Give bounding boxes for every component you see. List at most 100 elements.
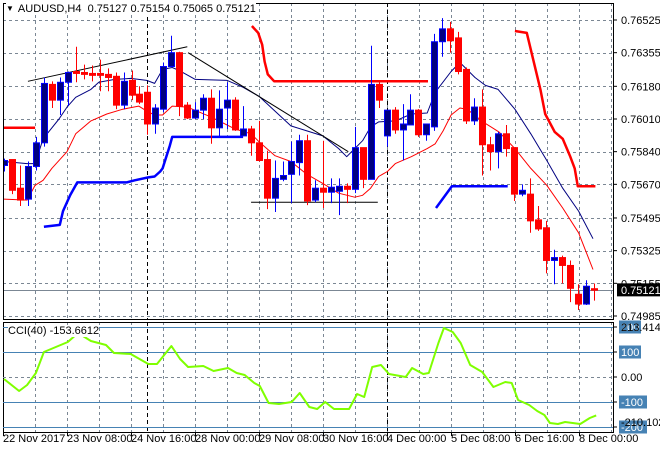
candle-body-bearish	[567, 264, 574, 289]
candle	[463, 67, 470, 124]
candle	[407, 94, 414, 126]
candle	[49, 81, 56, 109]
candle-body-bearish	[113, 75, 120, 106]
cci-value: -153.6612	[49, 325, 100, 337]
candle-body-bullish	[224, 99, 231, 109]
price-axis-label: 0.76355	[621, 48, 660, 60]
candle-body-bullish	[41, 82, 48, 144]
candle	[479, 89, 486, 176]
candle	[208, 89, 215, 144]
candle-body-bearish	[17, 187, 24, 201]
candle-body-bullish	[368, 83, 375, 180]
candle	[415, 109, 422, 137]
price-axis-label: 0.75325	[621, 246, 660, 258]
candle	[136, 86, 143, 105]
candle-body-bullish	[200, 97, 207, 111]
candle	[447, 21, 454, 53]
time-axis-label: 30 Nov 16:00	[323, 433, 388, 445]
candle	[376, 81, 383, 109]
candle	[455, 31, 462, 75]
candle	[487, 136, 494, 171]
candle	[192, 102, 199, 119]
candle-body-bullish	[328, 186, 335, 193]
cci-title: CCI(40) -153.6612	[8, 325, 100, 337]
price-axis-label: 0.76180	[621, 81, 660, 93]
cci-label: CCI(40)	[8, 325, 47, 337]
cci-scale-max: 213.4142	[621, 322, 660, 334]
candle	[224, 82, 231, 129]
stop-line-lower	[434, 185, 508, 209]
candle-body-bearish	[376, 83, 383, 101]
candle	[527, 178, 534, 233]
candle	[144, 85, 151, 135]
candle	[511, 147, 518, 202]
candle-body-bullish	[296, 140, 303, 164]
candle-body-bullish	[423, 123, 430, 136]
candle-body-bearish	[479, 106, 486, 146]
time-axis-label: 4 Dec 00:00	[387, 433, 446, 445]
candle	[559, 255, 566, 284]
candle	[3, 158, 8, 172]
candle-body-bullish	[407, 109, 414, 126]
dropdown-triangle-icon[interactable]: ▼	[6, 4, 14, 13]
candle	[264, 150, 271, 210]
candle-body-bearish	[527, 193, 534, 222]
candle	[17, 165, 24, 207]
candle-body-bearish	[256, 142, 263, 162]
cci-level-label: 0.00	[621, 372, 642, 384]
candle	[184, 102, 191, 119]
low-value: 0.75065	[173, 3, 214, 15]
candle	[81, 64, 88, 80]
candle-body-bearish	[144, 91, 151, 125]
candle	[352, 126, 359, 194]
candle-body-bearish	[415, 109, 422, 136]
stop-line-lower	[43, 135, 244, 229]
candle	[519, 184, 526, 197]
candle	[328, 178, 335, 204]
candle	[583, 280, 590, 306]
candle-body-bullish	[336, 185, 343, 192]
candle-body-bearish	[81, 71, 88, 75]
candle-body-bullish	[65, 71, 72, 83]
candle-body-bearish	[543, 227, 550, 261]
candle-body-bearish	[264, 159, 271, 199]
candle	[384, 109, 391, 147]
candle-body-bearish	[559, 257, 566, 266]
candle-body-bullish	[216, 108, 223, 129]
high-value: 0.75154	[130, 3, 171, 15]
cci-level-label: 100	[621, 347, 639, 359]
candle-body-bullish	[240, 128, 247, 137]
candle	[216, 90, 223, 137]
candle-body-bearish	[73, 71, 80, 74]
price-axis-label: 0.75495	[621, 213, 660, 225]
candle	[41, 77, 48, 147]
candle-body-bullish	[57, 81, 64, 101]
chart-canvas[interactable]: 0.76525 0.76355 0.76180 0.76010 0.75840 0.756…	[0, 0, 660, 450]
candle-body-bullish	[192, 109, 199, 119]
candle	[575, 284, 582, 311]
candle-body-bearish	[105, 73, 112, 78]
candle	[336, 178, 343, 216]
candle	[168, 35, 175, 68]
candle	[288, 141, 295, 204]
candle-body-bullish	[495, 133, 502, 153]
candle	[495, 131, 502, 169]
candle	[129, 70, 136, 101]
candle-body-bearish	[360, 147, 367, 180]
symbol-label: AUDUSD,H4	[17, 3, 82, 15]
cci-scale-min: -210.1025	[621, 417, 660, 429]
candle-body-bearish	[320, 187, 327, 193]
cci-level-label: -100	[621, 397, 643, 409]
candle	[535, 206, 542, 231]
candle	[344, 183, 351, 204]
candle	[57, 77, 64, 115]
candle-body-bullish	[272, 177, 279, 199]
price-axis-label: 0.76525	[621, 15, 660, 27]
candle-body-bullish	[33, 142, 40, 167]
time-axis-label: 23 Nov 08:00	[67, 433, 132, 445]
candle	[431, 33, 438, 131]
time-axis-label: 22 Nov 2017	[3, 433, 65, 445]
candle-body-bearish	[344, 185, 351, 190]
candle	[97, 59, 104, 92]
candle	[591, 283, 598, 301]
